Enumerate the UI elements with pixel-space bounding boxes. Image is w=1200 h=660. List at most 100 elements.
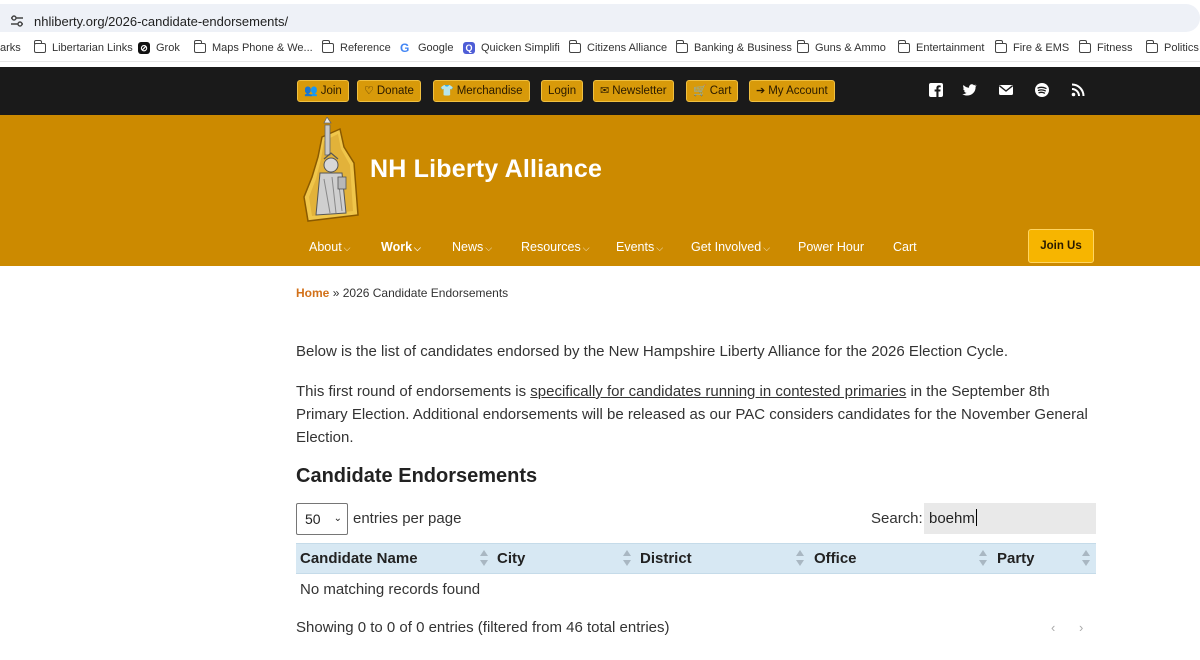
my-account-button-label: My Account — [768, 85, 828, 97]
bookmark-partial[interactable]: arks — [0, 42, 21, 54]
bookmark-fitness[interactable]: Fitness — [1079, 40, 1132, 54]
round-text-pre: This first round of endorsements is — [296, 383, 531, 400]
bookmark-label: Google — [418, 42, 454, 54]
twitter-icon[interactable] — [961, 82, 977, 98]
bookmark-libertarian-links[interactable]: Libertarian Links — [34, 40, 133, 54]
bookmark-label: Libertarian Links — [52, 42, 133, 54]
bookmark-guns-ammo[interactable]: Guns & Ammo — [797, 40, 886, 54]
nav-resources[interactable]: Resources ⌵ — [521, 240, 590, 254]
sort-icon[interactable] — [480, 549, 488, 569]
bookmarks-bar: arks Libertarian Links ⊘ Grok Maps Phone… — [0, 36, 1200, 62]
merchandise-button-label: Merchandise — [456, 85, 523, 97]
grok-icon: ⊘ — [138, 42, 150, 54]
merchandise-button[interactable]: 👕 Merchandise — [433, 80, 530, 102]
my-account-button[interactable]: ➔ My Account — [749, 80, 835, 102]
folder-icon — [898, 40, 910, 53]
statue-of-liberty-logo[interactable] — [300, 117, 360, 223]
bookmark-citizens-alliance[interactable]: Citizens Alliance — [569, 40, 667, 54]
nav-events[interactable]: Events ⌵ — [616, 240, 663, 254]
search-input-value: boehm — [929, 510, 975, 527]
facebook-icon[interactable] — [928, 82, 944, 98]
entries-per-page-label: entries per page — [353, 510, 462, 527]
column-district[interactable]: District — [640, 550, 692, 567]
text-cursor — [975, 509, 977, 526]
nav-get-involved[interactable]: Get Involved ⌵ — [691, 240, 770, 254]
bookmark-label: Maps Phone & We... — [212, 42, 313, 54]
rss-icon[interactable] — [1070, 82, 1086, 98]
pagination-previous[interactable]: ‹ — [1051, 620, 1055, 635]
bookmark-entertainment[interactable]: Entertainment — [898, 40, 984, 54]
bookmark-label: Fire & EMS — [1013, 42, 1070, 54]
intro-paragraph: Below is the list of candidates endorsed… — [296, 343, 1009, 360]
bookmark-quicken[interactable]: Q Quicken Simplifi — [463, 42, 560, 54]
nav-label: About — [309, 240, 342, 254]
breadcrumb-home-link[interactable]: Home — [296, 286, 329, 300]
bookmark-reference[interactable]: Reference — [322, 40, 391, 54]
table-info: Showing 0 to 0 of 0 entries (filtered fr… — [296, 619, 670, 636]
entries-per-page-select[interactable]: 50 ⌄ — [296, 503, 348, 535]
bookmark-banking[interactable]: Banking & Business — [676, 40, 792, 54]
address-field[interactable]: nhliberty.org/2026-candidate-endorsement… — [0, 4, 1200, 32]
cart-button[interactable]: 🛒 Cart — [686, 80, 739, 102]
sort-icon[interactable] — [979, 549, 987, 569]
url-text: nhliberty.org/2026-candidate-endorsement… — [34, 14, 289, 29]
bookmark-label: Grok — [156, 42, 180, 54]
section-title: Candidate Endorsements — [296, 465, 538, 487]
login-button-label: Login — [548, 85, 577, 97]
donate-button[interactable]: ♡ Donate — [357, 80, 421, 102]
cart-icon: 🛒 — [693, 85, 707, 97]
spotify-icon[interactable] — [1034, 82, 1050, 98]
chevron-down-icon: ⌵ — [485, 243, 493, 253]
sort-icon[interactable] — [796, 549, 804, 569]
pagination-next[interactable]: › — [1079, 620, 1083, 635]
breadcrumb-current: 2026 Candidate Endorsements — [342, 286, 509, 300]
bookmark-google[interactable]: G Google — [400, 42, 453, 54]
round-paragraph: This first round of endorsements is spec… — [296, 380, 1096, 449]
search-input[interactable]: boehm — [924, 503, 1096, 534]
browser-url-bar: nhliberty.org/2026-candidate-endorsement… — [0, 0, 1200, 36]
bookmark-grok[interactable]: ⊘ Grok — [138, 42, 180, 54]
top-utility-bar: 👥 Join ♡ Donate 👕 Merchandise Login ✉ Ne… — [0, 67, 1200, 115]
nav-label: Get Involved — [691, 240, 762, 254]
bookmark-politics[interactable]: Politics — [1146, 40, 1199, 54]
site-settings-icon[interactable] — [10, 15, 24, 27]
nav-label: News — [452, 240, 484, 254]
email-icon[interactable] — [998, 82, 1014, 98]
nav-about[interactable]: About ⌵ — [309, 240, 351, 254]
table-header-row: Candidate Name City District Office Part… — [296, 543, 1096, 574]
column-candidate-name[interactable]: Candidate Name — [300, 550, 418, 567]
column-office[interactable]: Office — [814, 550, 857, 567]
folder-icon — [1146, 40, 1158, 53]
login-button[interactable]: Login — [541, 80, 584, 102]
folder-icon — [995, 40, 1007, 53]
donate-button-label: Donate — [376, 85, 414, 97]
cart-button-label: Cart — [709, 85, 732, 97]
nav-cart[interactable]: Cart — [893, 240, 917, 254]
table-empty-row: No matching records found — [300, 581, 481, 598]
join-button[interactable]: 👥 Join — [297, 80, 349, 102]
nav-work[interactable]: Work ⌵ — [381, 240, 421, 254]
breadcrumb: Home » 2026 Candidate Endorsements — [296, 286, 508, 300]
search-label: Search: — [871, 510, 923, 527]
join-button-label: Join — [320, 85, 342, 97]
bookmark-fire-ems[interactable]: Fire & EMS — [995, 40, 1070, 54]
bookmark-label: Quicken Simplifi — [481, 42, 560, 54]
sort-icon[interactable] — [1082, 549, 1090, 569]
nav-label: Power Hour — [798, 240, 864, 254]
contested-primaries-link[interactable]: specifically for candidates running in c… — [530, 383, 906, 400]
nav-power-hour[interactable]: Power Hour — [798, 240, 864, 254]
envelope-icon: ✉ — [600, 85, 610, 97]
column-party[interactable]: Party — [997, 550, 1035, 567]
users-icon: 👥 — [304, 85, 318, 97]
newsletter-button[interactable]: ✉ Newsletter — [593, 80, 674, 102]
join-us-button[interactable]: Join Us — [1028, 229, 1094, 263]
sort-icon[interactable] — [623, 549, 631, 569]
site-title[interactable]: NH Liberty Alliance — [370, 155, 602, 184]
nav-news[interactable]: News ⌵ — [452, 240, 492, 254]
folder-icon — [1079, 40, 1091, 53]
column-city[interactable]: City — [497, 550, 525, 567]
bookmark-label: Guns & Ammo — [815, 42, 886, 54]
tshirt-icon: 👕 — [440, 85, 454, 97]
bookmark-maps-phone[interactable]: Maps Phone & We... — [194, 40, 313, 54]
folder-icon — [322, 40, 334, 53]
